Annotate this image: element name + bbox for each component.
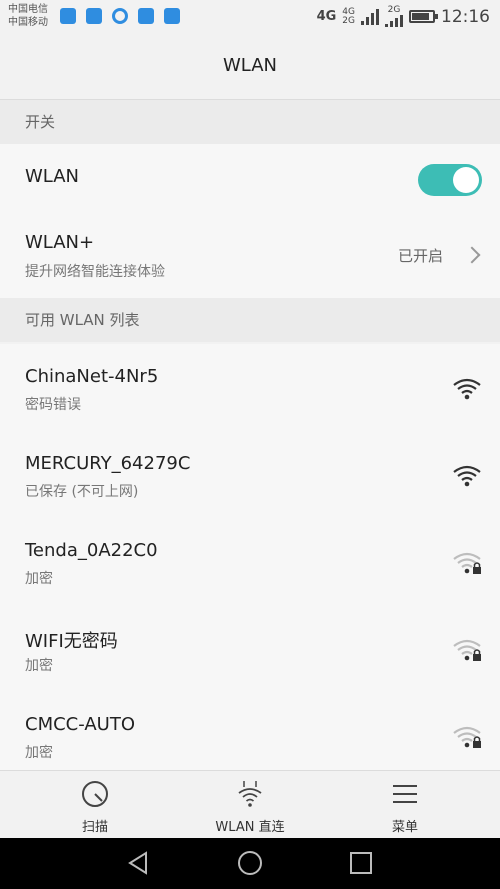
wifi-notification-icon [86, 8, 102, 24]
scan-icon [82, 781, 108, 807]
system-nav-bar [0, 838, 500, 889]
wifi-locked-icon [453, 552, 481, 574]
signal-icon-1 [361, 8, 379, 25]
back-icon[interactable] [126, 850, 152, 876]
toggle-knob [453, 167, 479, 193]
clock: 12:16 [441, 6, 490, 27]
wifi-locked-icon [453, 726, 481, 748]
battery-icon [409, 10, 438, 23]
network-row[interactable]: Tenda_0A22C0 加密 [0, 518, 500, 605]
network-2g-small-label: 2G [342, 15, 355, 26]
menu-label: 菜单 [391, 820, 418, 835]
title-bar: WLAN [0, 36, 500, 100]
sync-notification-icon [112, 8, 128, 24]
network-status: 加密 [25, 658, 53, 674]
notification-icons [60, 8, 180, 24]
network-status: 加密 [25, 745, 53, 761]
wifi-hotspot-notification-icon [60, 8, 76, 24]
network-status: 加密 [25, 571, 53, 587]
scan-label: 扫描 [81, 820, 108, 835]
carrier-names: 中国电信 中国移动 [8, 3, 48, 29]
switch-section-header: 开关 [0, 100, 500, 144]
signal-group-2: 2G [385, 6, 403, 27]
wlan-plus-status: 已开启 [397, 247, 443, 265]
wlan-toggle-row[interactable]: WLAN [0, 144, 500, 212]
available-section-header: 可用 WLAN 列表 [0, 298, 500, 342]
wlan-plus-subtitle: 提升网络智能连接体验 [25, 264, 165, 280]
network-ssid: ChinaNet-4Nr5 [25, 366, 159, 387]
wlan-plus-label: WLAN+ [25, 232, 95, 253]
signal-icon-2 [385, 15, 403, 27]
carrier-1: 中国电信 [8, 4, 48, 15]
voicemail-notification-icon [164, 8, 180, 24]
status-indicators: 4G 4G 2G 2G 12:16 [317, 6, 490, 27]
wlan-toggle-switch[interactable] [418, 164, 482, 196]
bottom-action-bar: 扫描 WLAN 直连 菜单 [0, 770, 500, 838]
wifi-signal-icon [453, 465, 481, 487]
carrier-2: 中国移动 [8, 17, 48, 28]
network-row[interactable]: MERCURY_64279C 已保存 (不可上网) [0, 431, 500, 518]
network-ssid: CMCC-AUTO [25, 714, 135, 735]
menu-button[interactable]: 菜单 [345, 771, 465, 839]
wlan-plus-row[interactable]: WLAN+ 提升网络智能连接体验 已开启 [0, 212, 500, 298]
menu-icon [393, 785, 417, 803]
network-ssid: MERCURY_64279C [25, 453, 191, 474]
network-2g-top-label: 2G [387, 5, 401, 15]
sim-notification-icon [138, 8, 154, 24]
recents-icon[interactable] [348, 850, 374, 876]
network-status: 密码错误 [25, 397, 81, 413]
status-bar: 中国电信 中国移动 4G 4G 2G 2G 12:16 [0, 0, 500, 36]
wlan-direct-button[interactable]: WLAN 直连 [190, 771, 310, 839]
network-4g-label: 4G [316, 9, 337, 24]
network-row[interactable]: WIFI无密码加密 [0, 605, 500, 692]
home-icon[interactable] [237, 850, 263, 876]
wlan-direct-label: WLAN 直连 [215, 820, 285, 835]
wifi-locked-icon [453, 639, 481, 661]
chevron-right-icon [463, 246, 481, 264]
wifi-signal-icon [453, 378, 481, 400]
wlan-label: WLAN [25, 166, 80, 187]
network-ssid: WIFI无密码 [25, 631, 118, 652]
network-ssid: Tenda_0A22C0 [25, 540, 158, 561]
wlan-direct-icon [238, 781, 262, 807]
secondary-network-labels: 4G 2G [342, 7, 355, 26]
network-status: 已保存 (不可上网) [25, 484, 139, 500]
network-row[interactable]: CMCC-AUTO 加密 [0, 692, 500, 779]
page-title: WLAN [222, 55, 278, 76]
network-row[interactable]: ChinaNet-4Nr5 密码错误 [0, 344, 500, 431]
scan-button[interactable]: 扫描 [35, 771, 155, 839]
